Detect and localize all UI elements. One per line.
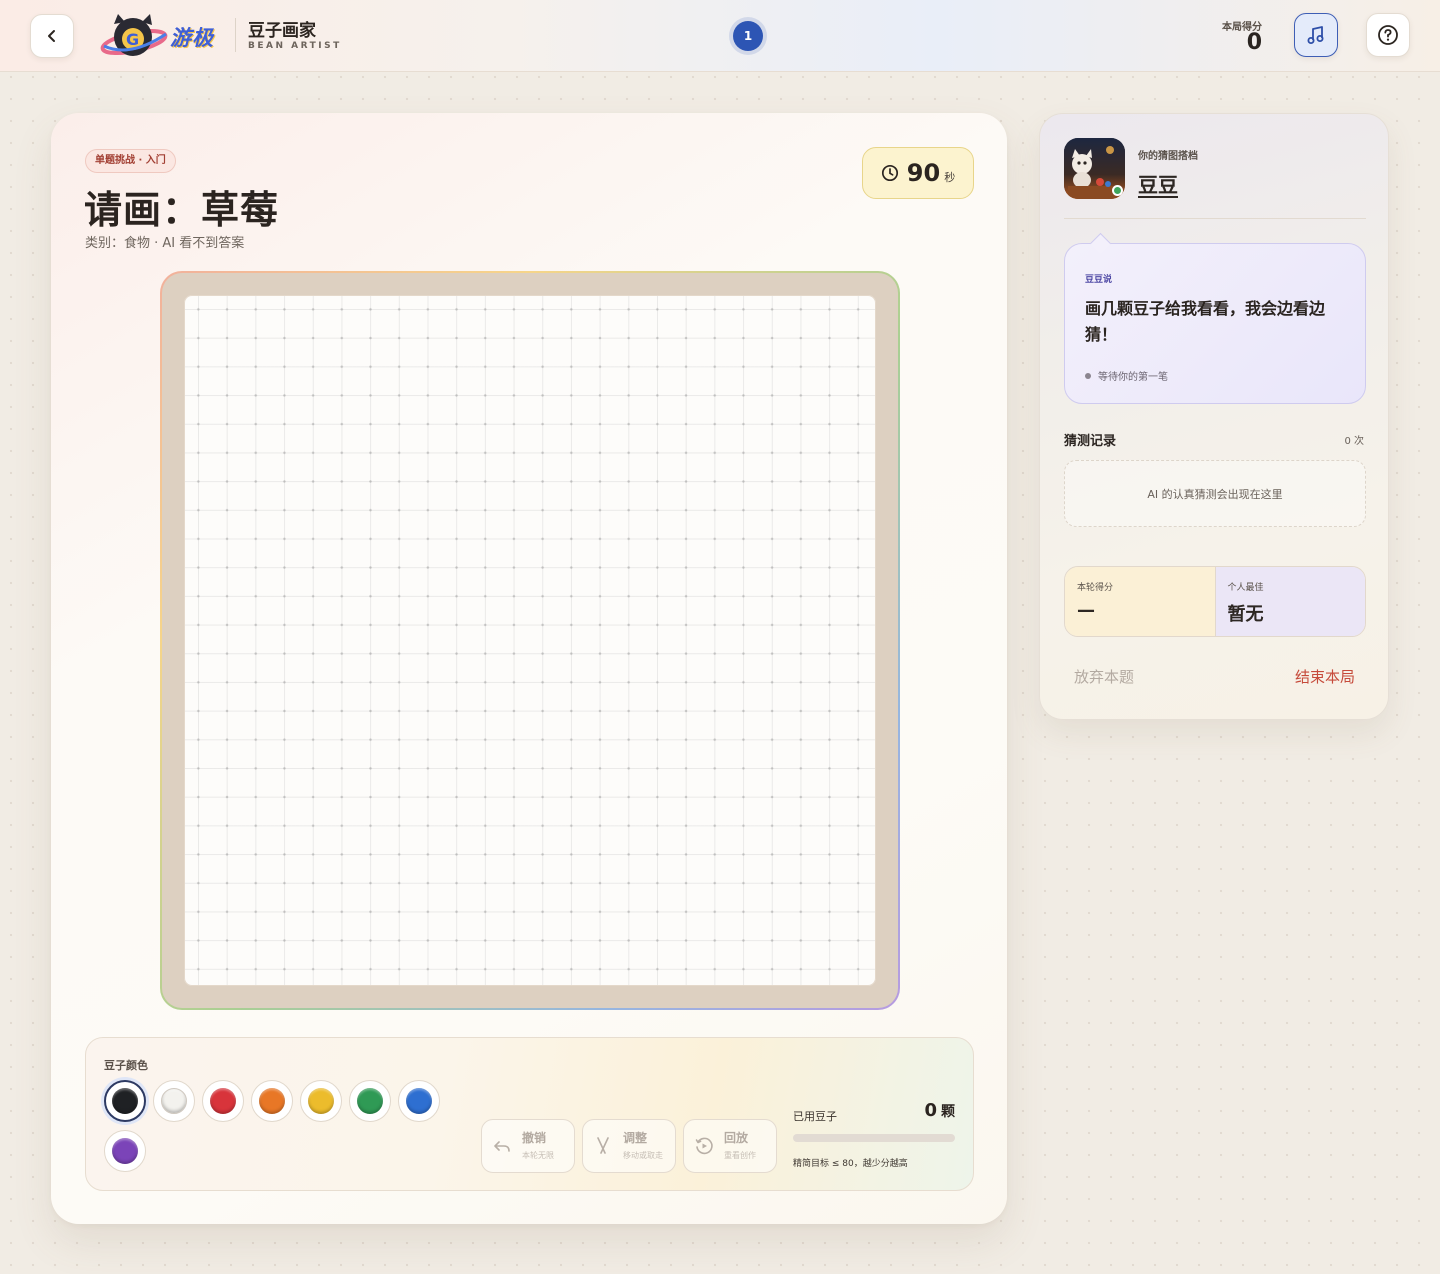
personal-best-stat: 个人最佳 暂无	[1215, 567, 1365, 636]
color-dot	[357, 1088, 383, 1114]
color-swatch-green[interactable]	[349, 1080, 391, 1122]
clock-icon	[881, 164, 898, 182]
status-dot-icon	[1085, 372, 1091, 379]
color-dot	[259, 1088, 285, 1114]
color-dot	[210, 1088, 236, 1114]
replay-label: 回放	[724, 1131, 749, 1145]
chevron-left-icon	[48, 30, 55, 42]
timer-value: 90	[906, 159, 941, 187]
drawing-card: 单题挑战 · 入门 请画：草莓 类别：食物 · AI 看不到答案 90 秒 豆子…	[51, 113, 1007, 1224]
round-score-label: 本轮得分	[1077, 583, 1114, 593]
countdown-timer: 90 秒	[862, 147, 974, 199]
color-dot	[308, 1088, 334, 1114]
app-title: 豆子画家	[248, 21, 316, 41]
beans-count-value: 0	[924, 1100, 937, 1121]
color-swatch-orange[interactable]	[251, 1080, 293, 1122]
canvas-tray	[162, 273, 898, 1008]
partner-speech-bubble: 豆豆说 画几颗豆子给我看看，我会边看边猜！ 等待你的第一笔	[1064, 243, 1366, 404]
adjust-label: 调整	[623, 1131, 648, 1145]
app-subtitle: BEAN ARTIST	[248, 41, 342, 51]
score-value: 0	[1246, 30, 1262, 55]
undo-label: 撤销	[522, 1131, 547, 1145]
replay-button[interactable]: 回放 重看创作	[683, 1119, 777, 1173]
question-circle-icon	[1378, 25, 1398, 45]
partner-name[interactable]: 豆豆	[1138, 169, 1178, 198]
music-note-icon	[1307, 26, 1324, 44]
svg-text:G: G	[126, 30, 139, 49]
color-dot	[161, 1088, 187, 1114]
timer-unit: 秒	[944, 171, 956, 184]
color-dot	[406, 1088, 432, 1114]
beans-progress-bar	[793, 1134, 955, 1142]
beans-hint: 精简目标 ≤ 80，越少分越高	[793, 1159, 908, 1169]
back-button[interactable]	[30, 14, 74, 58]
bubble-message: 画几颗豆子给我看看，我会边看边猜！	[1085, 299, 1326, 344]
partner-divider	[1064, 218, 1366, 219]
adjust-button[interactable]: 调整 移动或取走	[582, 1119, 676, 1173]
partner-panel: 你的猜图搭档 豆豆 豆豆说 画几颗豆子给我看看，我会边看边猜！ 等待你的第一笔 …	[1039, 113, 1389, 720]
round-badge: 1	[733, 21, 763, 51]
online-status-dot	[1112, 185, 1123, 196]
round-score-stat: 本轮得分 —	[1065, 567, 1216, 636]
guess-history-title: 猜测记录	[1064, 434, 1117, 449]
bubble-label: 豆豆说	[1085, 275, 1113, 285]
color-swatch-white[interactable]	[153, 1080, 195, 1122]
color-swatch-blue[interactable]	[398, 1080, 440, 1122]
color-swatch-yellow[interactable]	[300, 1080, 342, 1122]
top-bar: G 游极 豆子画家 BEAN ARTIST 1 本局得分 0	[0, 0, 1440, 72]
undo-button[interactable]: 撤销 本轮无限	[481, 1119, 575, 1173]
adjust-sublabel: 移动或取走	[623, 1151, 663, 1160]
replay-icon	[695, 1137, 713, 1155]
logo-mascot-icon: G	[100, 14, 168, 56]
bubble-status-text: 等待你的第一笔	[1098, 372, 1168, 383]
personal-best-value: 暂无	[1227, 604, 1264, 625]
guess-history-empty: AI 的认真猜测会出现在这里	[1064, 460, 1366, 527]
color-swatch-red[interactable]	[202, 1080, 244, 1122]
prompt-meta: 类别：食物 · AI 看不到答案	[85, 236, 245, 251]
replay-sublabel: 重看创作	[724, 1151, 756, 1160]
colors-label: 豆子颜色	[104, 1059, 148, 1072]
undo-sublabel: 本轮无限	[522, 1151, 554, 1160]
color-swatch-black[interactable]	[104, 1080, 146, 1122]
drawing-canvas[interactable]	[184, 295, 876, 986]
round-score-value: —	[1077, 600, 1095, 621]
music-button[interactable]	[1294, 13, 1338, 57]
skip-question-button[interactable]: 放弃本题	[1074, 666, 1134, 687]
color-dot	[112, 1138, 138, 1164]
partner-label: 你的猜图搭档	[1138, 151, 1198, 162]
color-dot	[112, 1088, 138, 1114]
logo-text: 游极	[170, 26, 214, 50]
color-swatch-purple[interactable]	[104, 1130, 146, 1172]
bean-toolbar: 豆子颜色 撤销 本轮无限 调整 移动或取走 回放 重看创作 已用豆子 0 颗 精…	[85, 1037, 974, 1191]
guess-history-count: 0 次	[1344, 436, 1364, 447]
beans-used-label: 已用豆子	[793, 1110, 837, 1123]
beans-used-count: 0颗	[924, 1100, 955, 1121]
beans-count-unit: 颗	[941, 1104, 955, 1120]
youji-logo[interactable]: G 游极	[100, 10, 225, 62]
score-stats: 本轮得分 — 个人最佳 暂无	[1064, 566, 1366, 637]
header-divider	[235, 18, 236, 52]
personal-best-label: 个人最佳	[1227, 583, 1264, 593]
undo-icon	[494, 1141, 510, 1152]
tweezers-icon	[597, 1137, 609, 1154]
challenge-tag: 单题挑战 · 入门	[85, 149, 176, 173]
bubble-status: 等待你的第一笔	[1085, 368, 1168, 383]
end-game-button[interactable]: 结束本局	[1295, 666, 1355, 687]
canvas-frame	[160, 271, 900, 1010]
help-button[interactable]	[1366, 13, 1410, 57]
prompt-title: 请画：草莓	[84, 188, 280, 232]
